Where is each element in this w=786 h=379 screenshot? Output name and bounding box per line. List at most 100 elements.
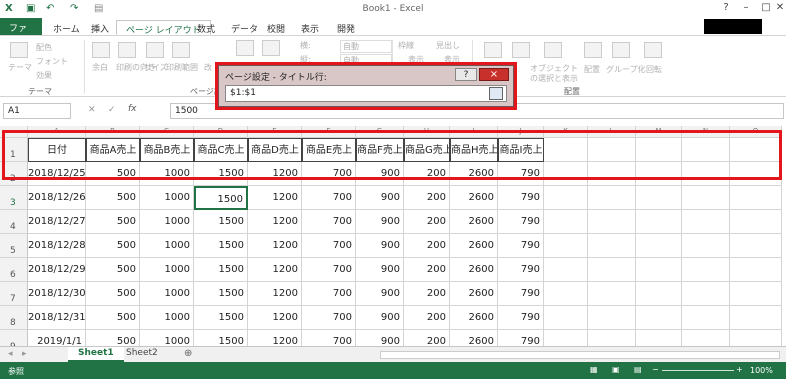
breaks-button[interactable]: 改: [204, 62, 212, 73]
selection-pane-button[interactable]: オブジェクトの選択と表示: [530, 64, 580, 84]
colors-button[interactable]: 配色: [36, 42, 52, 53]
cell-e8[interactable]: 1200: [248, 306, 302, 330]
cell-i6[interactable]: 2600: [450, 258, 498, 282]
cell-c3[interactable]: 1000: [140, 186, 194, 210]
cell-e3[interactable]: 1200: [248, 186, 302, 210]
cell-d7[interactable]: 1500: [194, 282, 248, 306]
cell-o7[interactable]: [730, 282, 782, 306]
cell-j5[interactable]: 790: [498, 234, 544, 258]
theme-button[interactable]: テーマ: [8, 62, 32, 73]
cell-m5[interactable]: [636, 234, 682, 258]
cell-o6[interactable]: [730, 258, 782, 282]
selection-pane-icon[interactable]: [544, 42, 562, 58]
scroll-left-icon[interactable]: ◂: [8, 349, 13, 359]
print-area-button[interactable]: 印刷範囲: [166, 62, 198, 73]
cell-i7[interactable]: 2600: [450, 282, 498, 306]
cell-a4[interactable]: 2018/12/27: [28, 210, 86, 234]
cell-c6[interactable]: 1000: [140, 258, 194, 282]
normal-view-icon[interactable]: ▦: [590, 365, 598, 374]
cell-c9[interactable]: 1000: [140, 330, 194, 346]
cell-k8[interactable]: [544, 306, 588, 330]
cell-b8[interactable]: 500: [86, 306, 140, 330]
cell-n5[interactable]: [682, 234, 730, 258]
cell-g5[interactable]: 900: [356, 234, 404, 258]
orientation-icon[interactable]: [118, 42, 136, 58]
minimize-icon[interactable]: –: [736, 2, 756, 16]
cell-b6[interactable]: 500: [86, 258, 140, 282]
row-header-5[interactable]: 5: [0, 234, 28, 258]
cell-m9[interactable]: [636, 330, 682, 346]
background-icon[interactable]: [236, 40, 254, 56]
print-area-icon[interactable]: [172, 42, 190, 58]
cell-l8[interactable]: [588, 306, 636, 330]
cell-h7[interactable]: 200: [404, 282, 450, 306]
cell-l7[interactable]: [588, 282, 636, 306]
cell-a7[interactable]: 2018/12/30: [28, 282, 86, 306]
cell-o4[interactable]: [730, 210, 782, 234]
cell-j7[interactable]: 790: [498, 282, 544, 306]
cell-l9[interactable]: [588, 330, 636, 346]
tab-insert[interactable]: 挿入: [82, 20, 118, 35]
zoom-level[interactable]: 100%: [750, 366, 773, 375]
cell-d6[interactable]: 1500: [194, 258, 248, 282]
cell-a3[interactable]: 2018/12/26: [28, 186, 86, 210]
cell-g3[interactable]: 900: [356, 186, 404, 210]
cell-n6[interactable]: [682, 258, 730, 282]
cell-h9[interactable]: 200: [404, 330, 450, 346]
cell-c8[interactable]: 1000: [140, 306, 194, 330]
cell-j3[interactable]: 790: [498, 186, 544, 210]
cell-e4[interactable]: 1200: [248, 210, 302, 234]
cell-o8[interactable]: [730, 306, 782, 330]
cell-e6[interactable]: 1200: [248, 258, 302, 282]
print-titles-icon[interactable]: [262, 40, 280, 56]
cell-k3[interactable]: [544, 186, 588, 210]
cell-j9[interactable]: 790: [498, 330, 544, 346]
cell-d3[interactable]: 1500: [194, 186, 248, 210]
cell-d5[interactable]: 1500: [194, 234, 248, 258]
cell-l5[interactable]: [588, 234, 636, 258]
cell-h5[interactable]: 200: [404, 234, 450, 258]
align-icon[interactable]: [584, 42, 602, 58]
cell-c4[interactable]: 1000: [140, 210, 194, 234]
row-header-9[interactable]: 9: [0, 330, 28, 346]
cell-k5[interactable]: [544, 234, 588, 258]
cell-o5[interactable]: [730, 234, 782, 258]
tab-developer[interactable]: 開発: [328, 20, 364, 35]
theme-icon[interactable]: [10, 42, 28, 58]
group-icon[interactable]: [612, 42, 630, 58]
cell-m7[interactable]: [636, 282, 682, 306]
cell-h8[interactable]: 200: [404, 306, 450, 330]
sheet-tab-2[interactable]: Sheet2: [116, 347, 168, 362]
cell-n4[interactable]: [682, 210, 730, 234]
cell-h6[interactable]: 200: [404, 258, 450, 282]
tab-formulas[interactable]: 数式: [188, 20, 224, 35]
cell-i9[interactable]: 2600: [450, 330, 498, 346]
cell-j4[interactable]: 790: [498, 210, 544, 234]
tab-review[interactable]: 校閲: [258, 20, 294, 35]
cell-f5[interactable]: 700: [302, 234, 356, 258]
rotate-icon[interactable]: [644, 42, 662, 58]
group-button[interactable]: グループ化: [606, 64, 646, 75]
cell-m3[interactable]: [636, 186, 682, 210]
cell-a8[interactable]: 2018/12/31: [28, 306, 86, 330]
enter-icon[interactable]: ✓: [108, 105, 116, 115]
cell-d8[interactable]: 1500: [194, 306, 248, 330]
row-header-4[interactable]: 4: [0, 210, 28, 234]
page-break-view-icon[interactable]: ▤: [634, 365, 642, 374]
cell-n8[interactable]: [682, 306, 730, 330]
cell-b9[interactable]: 500: [86, 330, 140, 346]
cell-k9[interactable]: [544, 330, 588, 346]
zoom-in-icon[interactable]: +: [736, 365, 743, 374]
tab-file[interactable]: ファイル: [0, 18, 42, 47]
help-icon[interactable]: ?: [716, 2, 736, 16]
cell-f6[interactable]: 700: [302, 258, 356, 282]
margins-icon[interactable]: [92, 42, 110, 58]
cell-j8[interactable]: 790: [498, 306, 544, 330]
cell-e9[interactable]: 1200: [248, 330, 302, 346]
cell-n3[interactable]: [682, 186, 730, 210]
effects-button[interactable]: 効果: [36, 70, 52, 81]
cell-f8[interactable]: 700: [302, 306, 356, 330]
zoom-slider[interactable]: [662, 370, 734, 371]
cell-e7[interactable]: 1200: [248, 282, 302, 306]
cell-n9[interactable]: [682, 330, 730, 346]
